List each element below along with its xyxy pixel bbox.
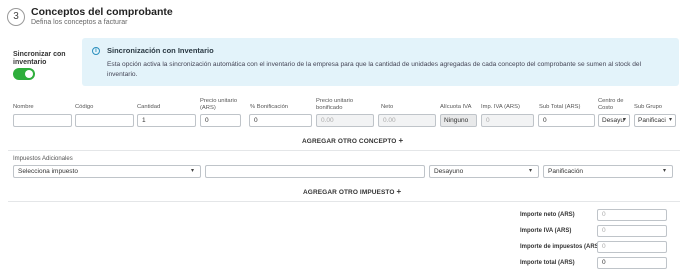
col-centro-costo: Centro de Costo <box>598 98 624 111</box>
section-subtitle: Defina los conceptos a facturar <box>31 19 128 26</box>
col-nombre: Nombre <box>13 104 34 110</box>
taxes-label: Impuestos Adicionales <box>13 156 73 162</box>
importe-neto-field: 0 <box>597 209 667 221</box>
add-tax-label: AGREGAR OTRO IMPUESTO <box>303 189 395 196</box>
precio-bonificado-input: 0.00 <box>316 114 374 127</box>
sync-inventory-toggle[interactable] <box>13 68 35 80</box>
importe-total-label: Importe total (ARS) <box>520 260 575 266</box>
info-icon: i <box>92 47 100 55</box>
info-title: Sincronización con Inventario <box>107 46 214 55</box>
col-imp-iva: Imp. IVA (ARS) <box>481 104 520 110</box>
col-precio-unitario: Precio unitario (ARS) <box>200 98 238 111</box>
nombre-input[interactable] <box>13 114 72 127</box>
neto-input: 0.00 <box>378 114 436 127</box>
tax-centro-costo-value: Desayuno <box>434 168 464 175</box>
importe-neto-label: Importe neto (ARS) <box>520 212 575 218</box>
col-precio-bonificado: Precio unitario bonificado <box>316 98 354 111</box>
col-subtotal: Sub Total (ARS) <box>539 104 581 110</box>
cantidad-input[interactable]: 1 <box>137 114 196 127</box>
col-cantidad: Cantidad <box>137 104 161 110</box>
toggle-knob <box>25 70 33 78</box>
col-codigo: Código <box>75 104 94 110</box>
chevron-down-icon: ▾ <box>622 117 626 123</box>
info-text: Esta opción activa la sincronización aut… <box>107 61 642 78</box>
alicuota-select[interactable]: Ninguno <box>440 114 477 127</box>
tax-amount-input[interactable] <box>205 165 425 178</box>
precio-unitario-input[interactable]: 0 <box>200 114 241 127</box>
chevron-down-icon: ▾ <box>190 168 194 174</box>
sync-inventory-label: Sincronizar con inventario <box>13 51 66 66</box>
divider <box>8 201 680 202</box>
tax-sub-grupo-value: Panificación <box>548 168 584 175</box>
bonificacion-input[interactable]: 0 <box>249 114 312 127</box>
chevron-down-icon: ▾ <box>668 117 672 123</box>
tax-sub-grupo-select[interactable]: Panificación ▾ <box>543 165 673 178</box>
add-concept-label: AGREGAR OTRO CONCEPTO <box>302 138 397 145</box>
plus-icon: + <box>398 136 404 145</box>
subtotal-input[interactable]: 0 <box>538 114 595 127</box>
centro-costo-value: Desayu <box>602 117 625 124</box>
importe-impuestos-label: Importe de impuestos (ARS) <box>520 244 601 250</box>
plus-icon: + <box>396 187 402 196</box>
importe-impuestos-field: 0 <box>597 241 667 253</box>
codigo-input[interactable] <box>75 114 134 127</box>
add-tax-button[interactable]: AGREGAR OTRO IMPUESTO + <box>303 187 401 196</box>
tax-centro-costo-select[interactable]: Desayuno ▾ <box>429 165 539 178</box>
col-alicuota: Alícuota IVA <box>440 104 472 110</box>
importe-iva-label: Importe IVA (ARS) <box>520 228 572 234</box>
step-number: 3 <box>7 8 25 26</box>
importe-iva-field: 0 <box>597 225 667 237</box>
add-concept-button[interactable]: AGREGAR OTRO CONCEPTO + <box>302 136 403 145</box>
col-sub-grupo: Sub Grupo <box>634 104 663 110</box>
col-bonificacion: % Bonificación <box>250 104 289 110</box>
centro-costo-select[interactable]: Desayu ▾ <box>598 114 630 127</box>
section-title: Conceptos del comprobante <box>31 6 173 18</box>
chevron-down-icon: ▾ <box>662 168 666 174</box>
chevron-down-icon: ▾ <box>528 168 532 174</box>
tax-select[interactable]: Selecciona impuesto ▾ <box>13 165 201 178</box>
divider <box>8 150 680 151</box>
tax-select-value: Selecciona impuesto <box>18 168 78 175</box>
sub-grupo-value: Panificaci <box>638 117 666 124</box>
sub-grupo-select[interactable]: Panificaci ▾ <box>634 114 676 127</box>
imp-iva-input: 0 <box>481 114 534 127</box>
info-box: i Sincronización con Inventario Esta opc… <box>82 38 679 86</box>
col-neto: Neto <box>381 104 394 110</box>
importe-total-field: 0 <box>597 257 667 269</box>
alicuota-value: Ninguno <box>444 117 469 124</box>
